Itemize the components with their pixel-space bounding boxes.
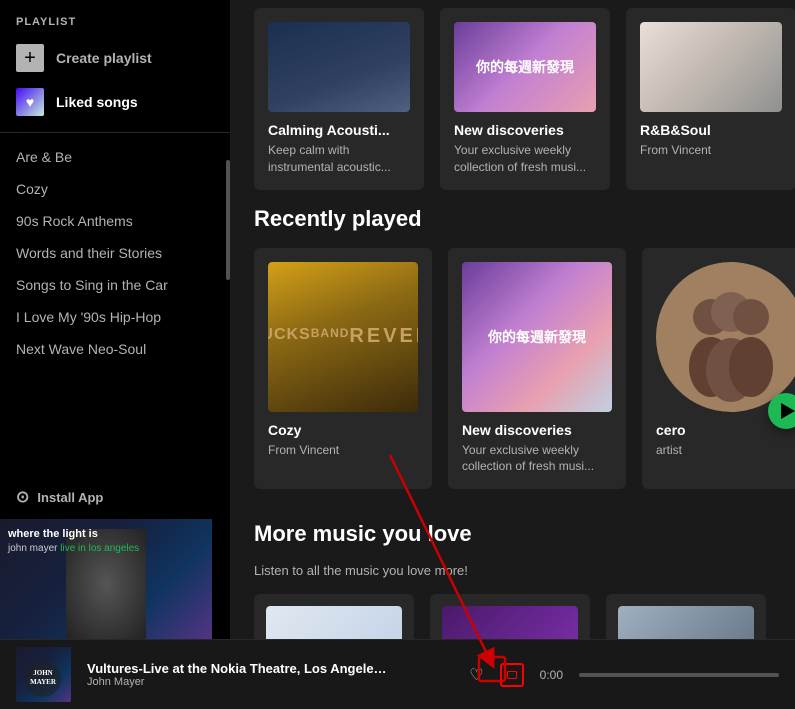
install-app-button[interactable]: ⊙ Install App	[0, 475, 230, 519]
player-track-info: Vultures-Live at the Nokia Theatre, Los …	[87, 661, 453, 688]
cero-card-subtitle: artist	[656, 442, 795, 459]
sidebar: PLAYLIST + Create playlist ♥ Liked songs…	[0, 0, 230, 639]
calming-card-image	[268, 22, 410, 112]
more-card-3[interactable]	[606, 594, 766, 639]
plus-icon: +	[16, 44, 44, 72]
player-album-art	[16, 647, 71, 702]
sidebar-divider	[0, 132, 230, 133]
download-icon: ⊙	[16, 487, 29, 507]
rnb-card-title: R&B&Soul	[640, 122, 782, 138]
liked-songs-label: Liked songs	[56, 94, 138, 110]
newdisc-card-title: New discoveries	[462, 422, 612, 438]
liked-songs-button[interactable]: ♥ Liked songs	[0, 80, 230, 124]
newdisc-card-subtitle: Your exclusive weekly collection of fres…	[462, 442, 612, 476]
top-card-new-discoveries[interactable]: 你的每週新發現 New discoveries Your exclusive w…	[440, 8, 610, 190]
calming-card-subtitle: Keep calm with instrumental acoustic...	[268, 142, 410, 176]
pip-icon	[507, 671, 517, 679]
sidebar-item-hiphop[interactable]: I Love My '90s Hip-Hop	[8, 301, 222, 333]
cozy-card-title: Cozy	[268, 422, 418, 438]
more-card-2[interactable]	[430, 594, 590, 639]
sidebar-item-songs-sing[interactable]: Songs to Sing in the Car	[8, 269, 222, 301]
chinese-text-recently: 你的每週新發現	[488, 327, 586, 347]
chinese-text-top: 你的每週新發現	[476, 57, 574, 77]
recently-played-cards: TEDESCHI TRUCKS BAND REVELATOR BAND PHOT…	[254, 248, 771, 490]
playlist-list: Are & Be Cozy 90s Rock Anthems Words and…	[0, 141, 230, 475]
like-button[interactable]: ♡	[469, 665, 483, 685]
create-playlist-label: Create playlist	[56, 50, 152, 66]
recently-played-cozy-card[interactable]: TEDESCHI TRUCKS BAND REVELATOR BAND PHOT…	[254, 248, 432, 490]
play-icon	[781, 403, 795, 419]
playlist-section-label: PLAYLIST	[0, 0, 230, 36]
recently-played-section: Recently played TEDESCHI TRUCKS BAND REV…	[230, 190, 795, 490]
more-music-title: More music you love	[254, 521, 771, 547]
top-card-rnb[interactable]: R&B&Soul From Vincent	[626, 8, 795, 190]
sidebar-item-words[interactable]: Words and their Stories	[8, 237, 222, 269]
time-display: 0:00	[540, 668, 563, 682]
sidebar-item-90s-rock[interactable]: 90s Rock Anthems	[8, 205, 222, 237]
recently-played-cero-card[interactable]: cero artist	[642, 248, 795, 490]
more-card-1-image	[266, 606, 402, 639]
main-content: Calming Acousti... Keep calm with instru…	[230, 0, 795, 639]
rnb-card-image	[640, 22, 782, 112]
more-card-2-image	[442, 606, 578, 639]
new-disc-card-subtitle: Your exclusive weekly collection of fres…	[454, 142, 596, 176]
more-card-1[interactable]	[254, 594, 414, 639]
top-cards-section: Calming Acousti... Keep calm with instru…	[230, 0, 795, 190]
more-card-3-image	[618, 606, 754, 639]
sidebar-scrollbar[interactable]	[226, 160, 230, 280]
recently-played-newdisc-card[interactable]: 你的每週新發現 New discoveries Your exclusive w…	[448, 248, 626, 490]
more-music-section: More music you love Listen to all the mu…	[230, 497, 795, 639]
sidebar-item-cozy[interactable]: Cozy	[8, 173, 222, 205]
cero-card-image	[656, 262, 795, 412]
cozy-card-subtitle: From Vincent	[268, 442, 418, 459]
top-card-calming[interactable]: Calming Acousti... Keep calm with instru…	[254, 8, 424, 190]
create-playlist-button[interactable]: + Create playlist	[0, 36, 230, 80]
newdisc-card-image: 你的每週新發現	[462, 262, 612, 412]
pip-button[interactable]	[500, 663, 524, 687]
heart-liked-icon: ♥	[16, 88, 44, 116]
sidebar-album-art: where the light is john mayer live in lo…	[0, 519, 212, 639]
progress-bar[interactable]	[579, 673, 779, 677]
new-disc-card-image: 你的每週新發現	[454, 22, 596, 112]
player-bar: Vultures-Live at the Nokia Theatre, Los …	[0, 639, 795, 709]
player-track-artist: John Mayer	[87, 676, 453, 688]
more-music-subtitle: Listen to all the music you love more!	[254, 563, 771, 578]
sidebar-item-neo-soul[interactable]: Next Wave Neo-Soul	[8, 333, 222, 365]
sidebar-item-are-be[interactable]: Are & Be	[8, 141, 222, 173]
install-app-label: Install App	[37, 490, 103, 505]
player-art-image	[16, 647, 71, 702]
cozy-card-image: TEDESCHI TRUCKS BAND REVELATOR BAND PHOT…	[268, 262, 418, 412]
recently-played-title: Recently played	[254, 206, 771, 232]
new-disc-card-title: New discoveries	[454, 122, 596, 138]
player-track-title: Vultures-Live at the Nokia Theatre, Los …	[87, 661, 387, 676]
more-music-cards	[254, 594, 771, 639]
rnb-card-subtitle: From Vincent	[640, 142, 782, 159]
calming-card-title: Calming Acousti...	[268, 122, 410, 138]
